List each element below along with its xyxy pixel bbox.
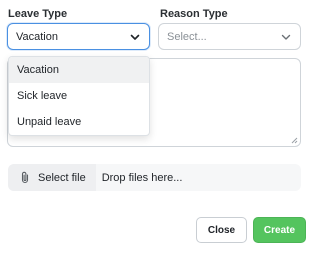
reason-type-label: Reason Type xyxy=(160,8,228,20)
select-file-button[interactable]: Select file xyxy=(8,164,96,191)
select-file-label: Select file xyxy=(38,171,86,184)
option-vacation[interactable]: Vacation xyxy=(9,57,149,83)
paperclip-icon xyxy=(21,171,29,184)
leave-type-value: Vacation xyxy=(16,30,58,43)
chevron-down-icon xyxy=(130,34,140,40)
resize-grip-icon[interactable] xyxy=(290,136,298,144)
leave-type-label: Leave Type xyxy=(8,8,68,20)
chevron-down-icon xyxy=(281,34,291,40)
option-sick-leave[interactable]: Sick leave xyxy=(9,83,149,109)
drop-zone-hint: Drop files here... xyxy=(101,171,183,184)
file-upload-area[interactable]: Select file Drop files here... xyxy=(8,164,301,191)
leave-type-options: Vacation Sick leave Unpaid leave xyxy=(8,56,150,136)
reason-type-placeholder: Select... xyxy=(167,30,207,43)
leave-request-form: Leave Type Vacation Reason Type Select..… xyxy=(0,0,327,254)
create-button[interactable]: Create xyxy=(253,217,306,243)
leave-type-select[interactable]: Vacation xyxy=(7,23,150,50)
reason-type-select[interactable]: Select... xyxy=(158,23,301,50)
close-button[interactable]: Close xyxy=(196,217,247,243)
option-unpaid-leave[interactable]: Unpaid leave xyxy=(9,109,149,135)
